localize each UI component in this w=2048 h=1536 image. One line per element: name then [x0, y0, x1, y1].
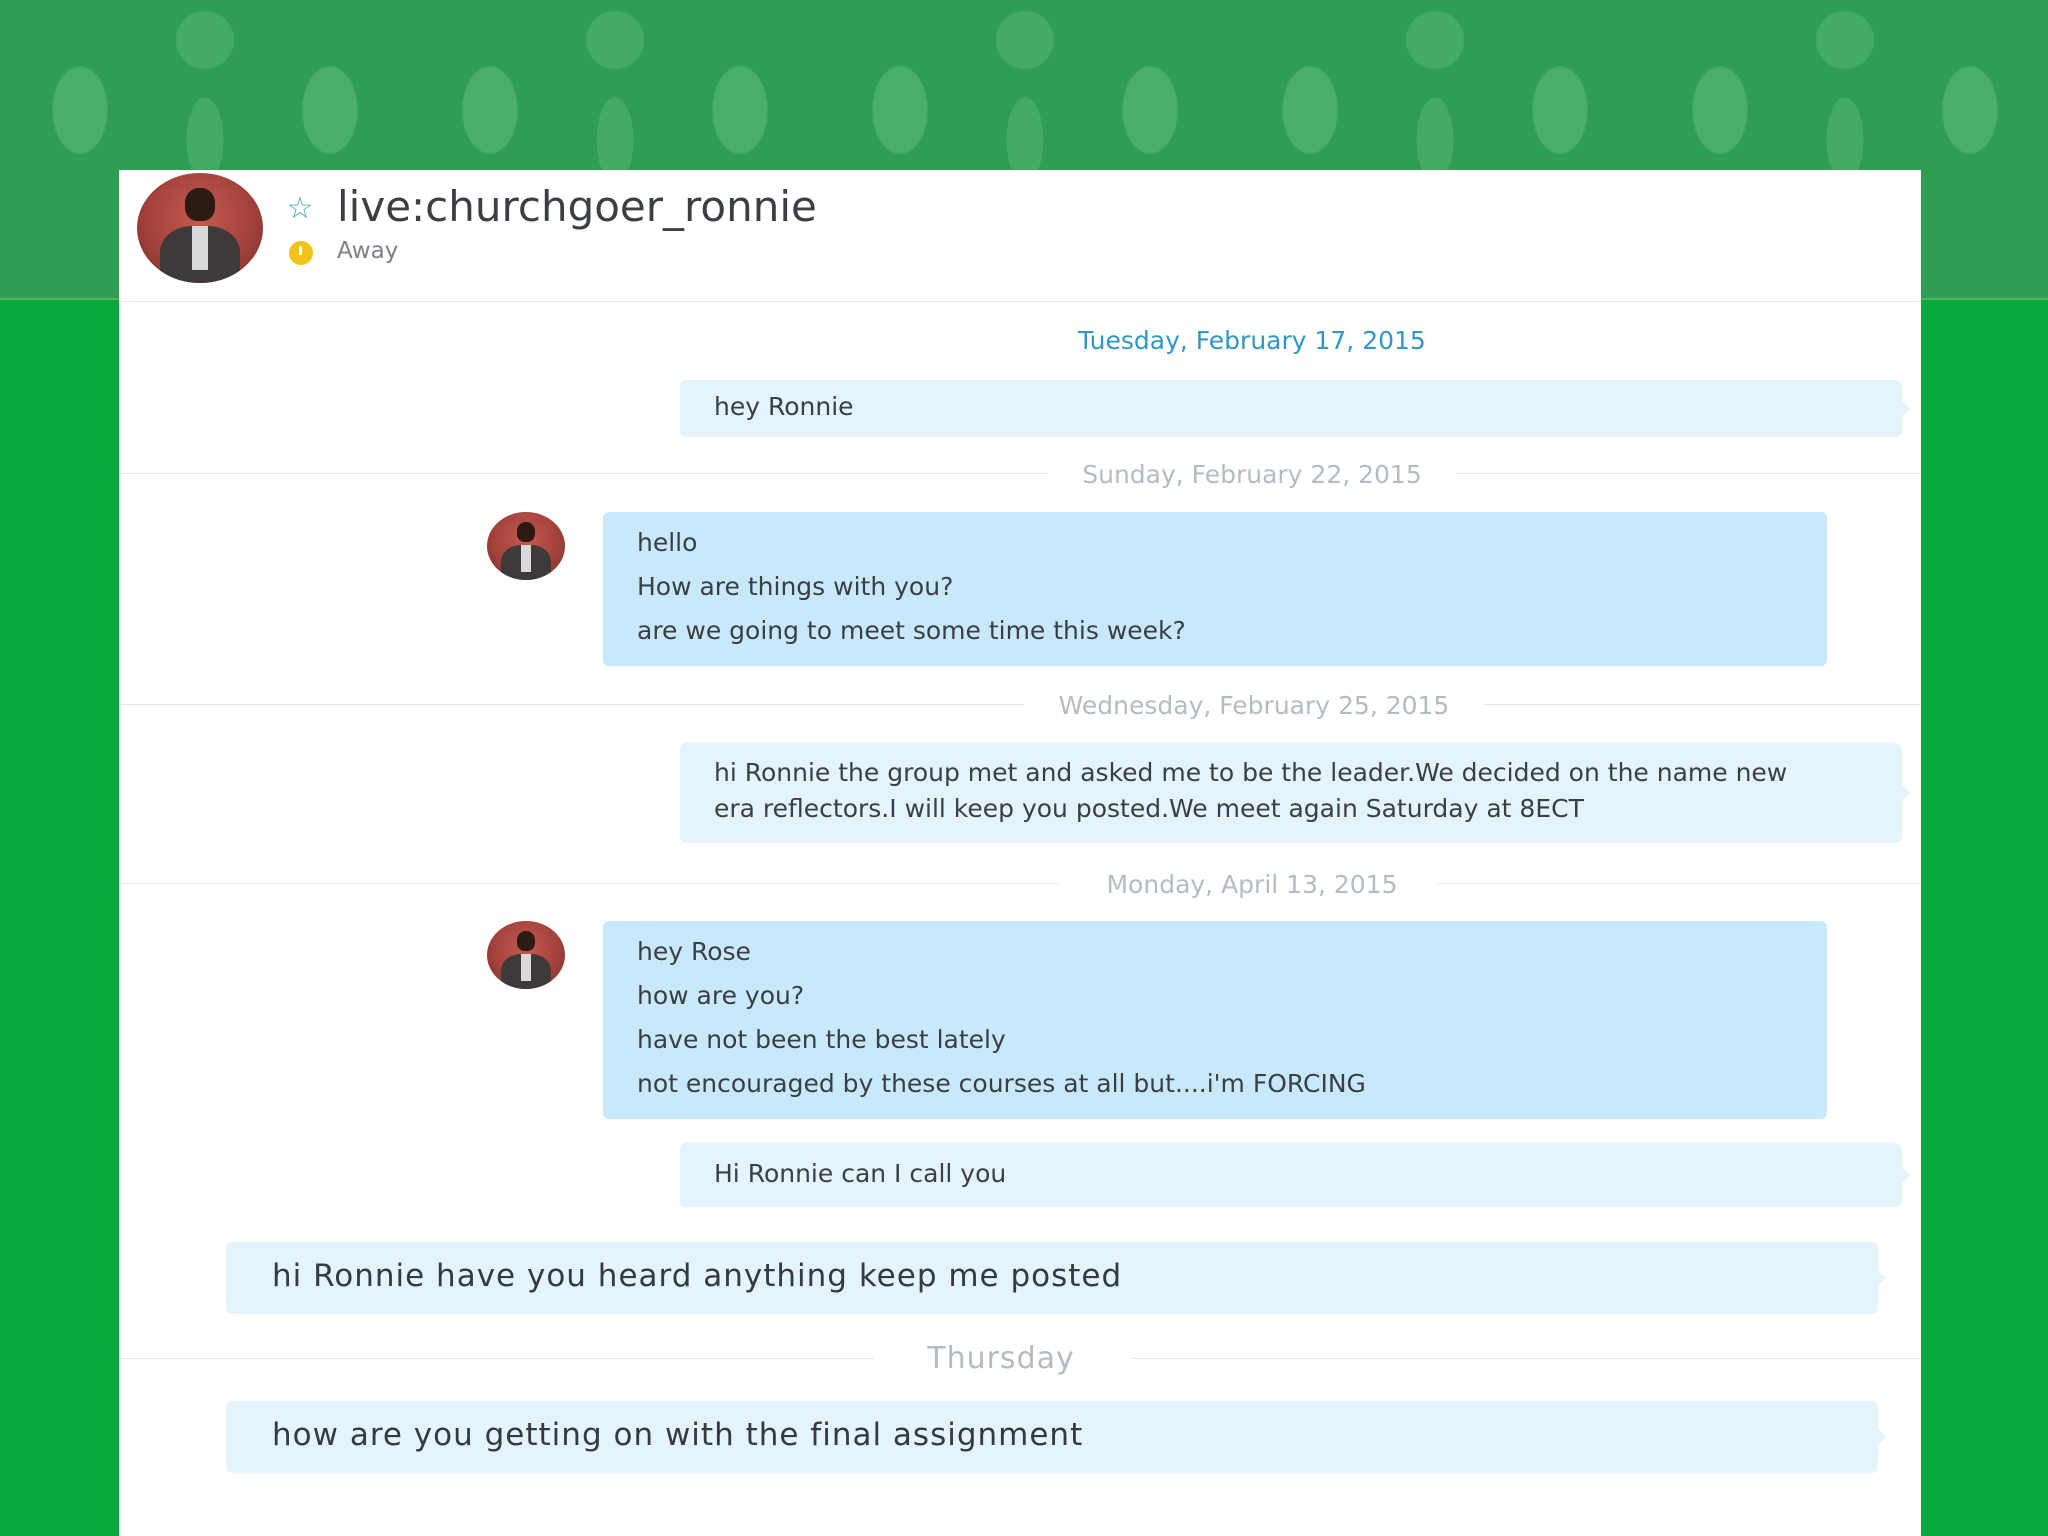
divider	[1457, 473, 1921, 474]
message-line: How are things with you?	[637, 572, 954, 601]
date-separator: Wednesday, February 25, 2015	[1058, 691, 1450, 720]
message-bubble-outgoing[interactable]: hi Ronnie the group met and asked me to …	[680, 743, 1910, 843]
message-line: hello	[637, 528, 698, 557]
divider	[119, 473, 1049, 474]
divider	[119, 704, 1024, 705]
away-status-icon	[289, 241, 313, 265]
divider	[1131, 1358, 1921, 1359]
date-separator: Sunday, February 22, 2015	[1082, 460, 1422, 489]
divider	[119, 1358, 874, 1359]
date-separator: Monday, April 13, 2015	[1106, 870, 1398, 899]
message-bubble-outgoing[interactable]: Hi Ronnie can I call you	[680, 1143, 1910, 1207]
message-bubble-outgoing[interactable]: hi Ronnie have you heard anything keep m…	[226, 1242, 1886, 1314]
message-line: how are you?	[637, 981, 805, 1010]
message-line: hey Ronnie	[714, 392, 854, 421]
contact-name[interactable]: live:churchgoer_ronnie	[337, 182, 817, 231]
date-separator: Tuesday, February 17, 2015	[1078, 326, 1426, 355]
message-bubble-outgoing[interactable]: hey Ronnie	[680, 380, 1910, 437]
message-line: era reflectors.I will keep you posted.We…	[714, 794, 1584, 823]
message-line: are we going to meet some time this week…	[637, 616, 1186, 645]
chat-panel: ☆ live:churchgoer_ronnie Away Tuesday, F…	[119, 170, 1921, 1536]
message-line: have not been the best lately	[637, 1025, 1006, 1054]
divider	[1437, 883, 1921, 884]
chat-header: ☆ live:churchgoer_ronnie Away	[119, 170, 1921, 302]
status-text: Away	[337, 238, 399, 264]
sender-avatar[interactable]	[487, 512, 565, 580]
star-icon[interactable]: ☆	[283, 192, 317, 226]
message-line: Hi Ronnie can I call you	[714, 1159, 1007, 1188]
date-separator: Thursday	[927, 1341, 1075, 1376]
message-bubble-incoming[interactable]: hello How are things with you? are we go…	[603, 512, 1827, 666]
message-line: hey Rose	[637, 937, 751, 966]
message-bubble-incoming[interactable]: hey Rose how are you? have not been the …	[603, 921, 1827, 1119]
message-line: how are you getting on with the final as…	[272, 1417, 1084, 1453]
divider	[119, 883, 1059, 884]
message-line: hi Ronnie the group met and asked me to …	[714, 758, 1788, 787]
divider	[1484, 704, 1921, 705]
contact-avatar[interactable]	[137, 173, 263, 283]
message-bubble-outgoing[interactable]: how are you getting on with the final as…	[226, 1401, 1886, 1473]
sender-avatar[interactable]	[487, 921, 565, 989]
message-line: not encouraged by these courses at all b…	[637, 1069, 1366, 1098]
message-line: hi Ronnie have you heard anything keep m…	[272, 1258, 1123, 1294]
